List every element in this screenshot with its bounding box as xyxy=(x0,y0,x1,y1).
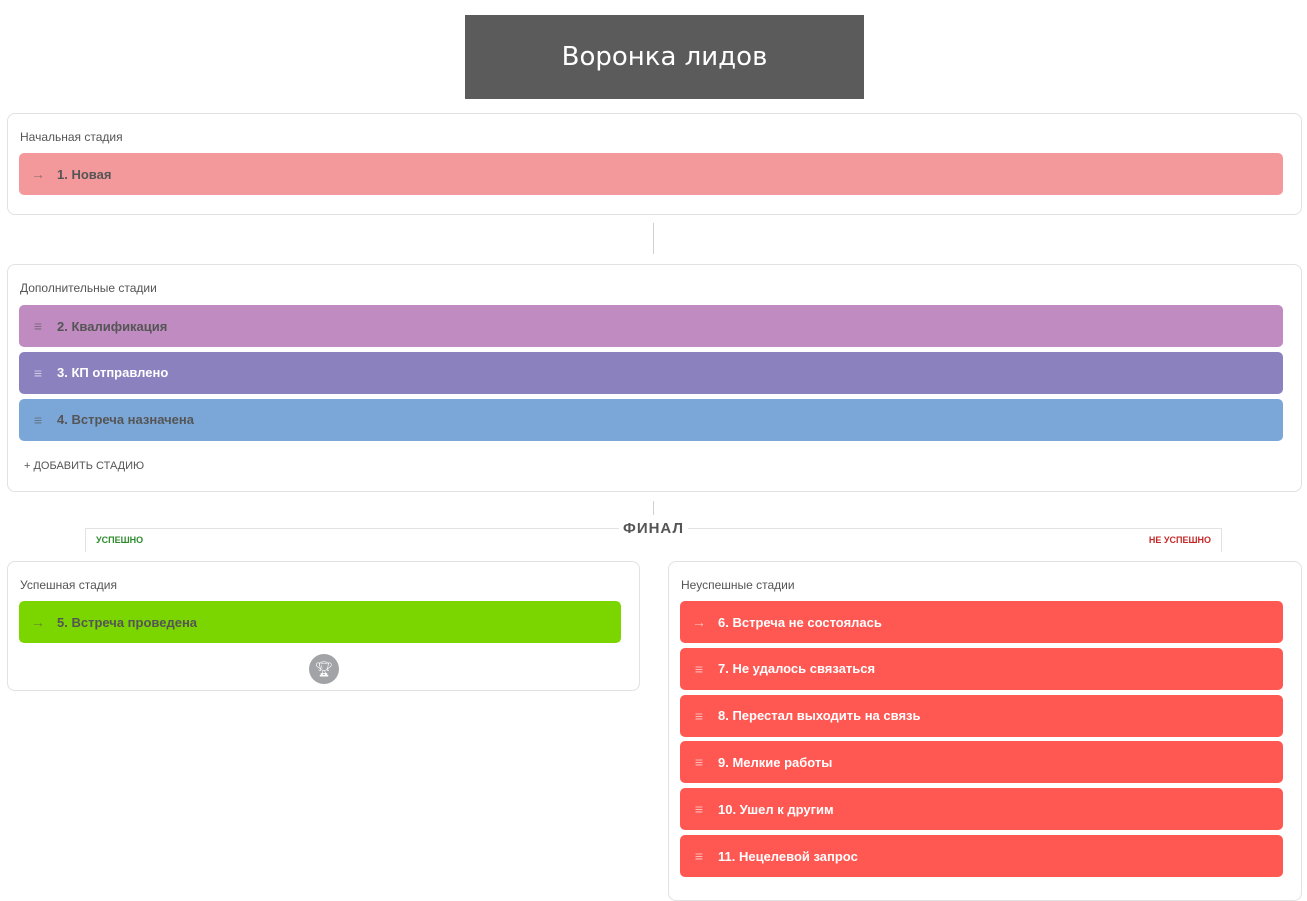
connector-line xyxy=(653,501,654,515)
success-stage-section: Успешная стадия → 5. Встреча проведена 🏆︎ xyxy=(7,561,640,691)
stage-name: 7. Не удалось связаться xyxy=(718,661,876,677)
stage-item[interactable]: ≡ 8. Перестал выходить на связь xyxy=(680,694,1283,737)
arrow-right-icon: → xyxy=(31,614,45,630)
stage-item[interactable]: ≡ 2. Квалификация xyxy=(19,305,1283,347)
fail-stages-section: Неуспешные стадии → 6. Встреча не состоял… xyxy=(668,561,1302,901)
stage-name: 4. Встреча назначена xyxy=(57,412,194,428)
stage-name: 9. Мелкие работы xyxy=(718,754,833,770)
trophy-icon: 🏆︎ xyxy=(309,654,339,684)
stage-item[interactable]: ≡ 11. Нецелевой запрос xyxy=(680,835,1283,877)
drag-handle-icon[interactable]: ≡ xyxy=(680,848,718,864)
drag-handle-icon[interactable]: ≡ xyxy=(680,754,718,770)
section-label: Начальная стадия xyxy=(20,130,123,144)
drag-handle-icon[interactable]: ≡ xyxy=(680,708,718,724)
drag-handle-icon[interactable]: ≡ xyxy=(680,661,718,677)
stage-name: 6. Встреча не состоялась xyxy=(718,614,882,630)
arrow-right-icon: → xyxy=(31,166,45,182)
stage-item[interactable]: → 1. Новая xyxy=(19,153,1283,195)
initial-stage-section: Начальная стадия → 1. Новая xyxy=(7,113,1302,215)
stage-name: 1. Новая xyxy=(57,166,112,182)
arrow-right-icon: → xyxy=(692,614,706,630)
stage-name: 3. КП отправлено xyxy=(57,365,169,381)
stage-item[interactable]: ≡ 3. КП отправлено xyxy=(19,351,1283,394)
stage-name: 5. Встреча проведена xyxy=(57,614,198,630)
stage-name: 2. Квалификация xyxy=(57,318,168,334)
stage-item[interactable]: ≡ 4. Встреча назначена xyxy=(19,398,1283,441)
add-stage-button[interactable]: + ДОБАВИТЬ СТАДИЮ xyxy=(24,460,144,472)
drag-handle-icon[interactable]: ≡ xyxy=(19,412,57,428)
additional-stages-section: Дополнительные стадии ≡ 2. Квалификация ≡ 3… xyxy=(7,264,1302,492)
page-title: Воронка лидов xyxy=(465,15,864,99)
final-heading-text: ФИНАЛ xyxy=(619,520,688,537)
stage-name: 10. Ушел к другим xyxy=(718,801,834,817)
connector-line xyxy=(653,223,654,254)
section-label: Успешная стадия xyxy=(20,578,117,592)
final-heading: ФИНАЛ xyxy=(0,520,1307,537)
section-label: Дополнительные стадии xyxy=(20,281,157,295)
section-label: Неуспешные стадии xyxy=(681,578,795,592)
drag-handle-icon[interactable]: ≡ xyxy=(19,318,57,334)
stage-item[interactable]: → 6. Встреча не состоялась xyxy=(680,601,1283,643)
stage-item[interactable]: ≡ 9. Мелкие работы xyxy=(680,741,1283,784)
stage-name: 11. Нецелевой запрос xyxy=(718,848,858,864)
drag-handle-icon[interactable]: ≡ xyxy=(680,801,718,817)
stage-name: 8. Перестал выходить на связь xyxy=(718,708,921,724)
stage-item[interactable]: ≡ 7. Не удалось связаться xyxy=(680,647,1283,690)
stage-item[interactable]: ≡ 10. Ушел к другим xyxy=(680,788,1283,831)
stage-item[interactable]: → 5. Встреча проведена xyxy=(19,601,621,643)
drag-handle-icon[interactable]: ≡ xyxy=(19,365,57,381)
